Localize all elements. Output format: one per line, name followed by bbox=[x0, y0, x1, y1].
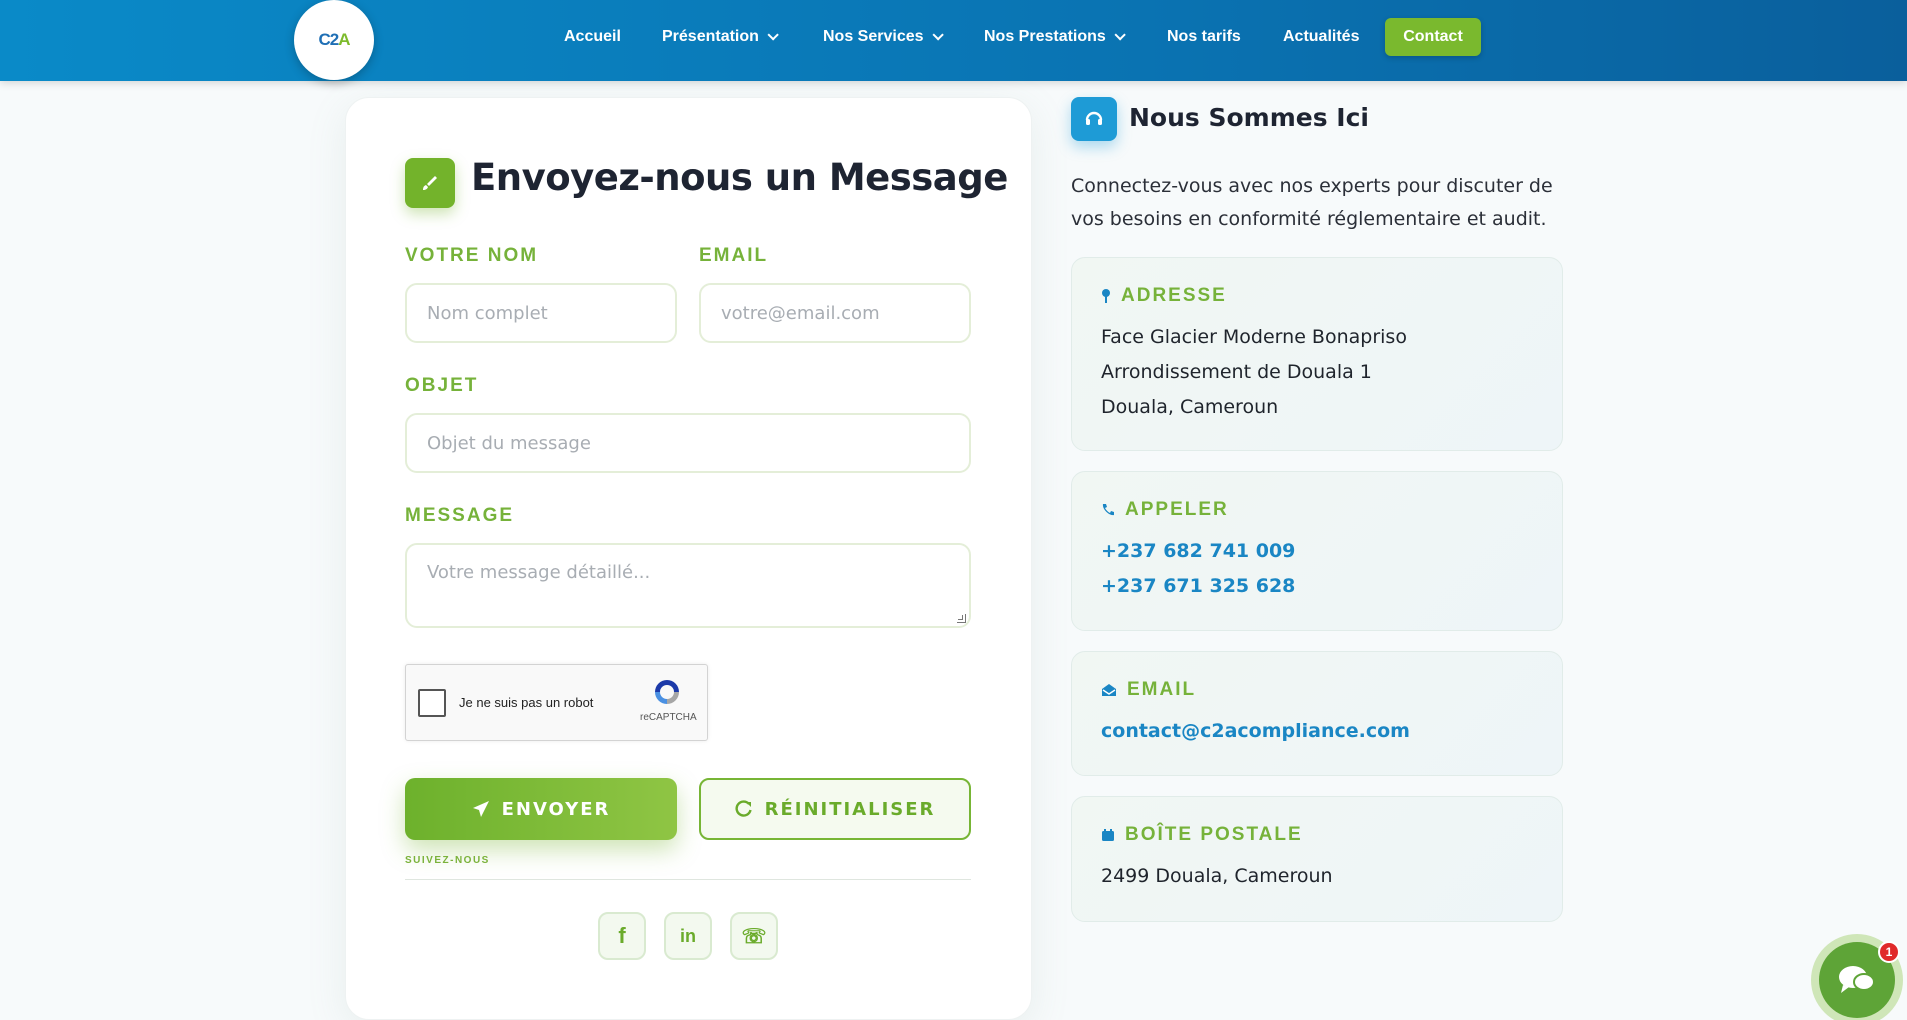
brush-icon bbox=[405, 158, 455, 208]
email-link[interactable]: contact@c2acompliance.com bbox=[1101, 720, 1410, 742]
nav-contact-button[interactable]: Contact bbox=[1385, 18, 1481, 56]
chevron-down-icon bbox=[1114, 29, 1126, 41]
location-title: Nous Sommes Ici bbox=[1129, 103, 1369, 132]
address-card: ADRESSE Face Glacier Moderne Bonapriso A… bbox=[1071, 257, 1563, 451]
address-line-2: Arrondissement de Douala 1 bbox=[1101, 361, 1372, 383]
name-input[interactable]: Nom complet bbox=[405, 283, 677, 343]
send-label: ENVOYER bbox=[501, 798, 611, 820]
reset-label: RÉINITIALISER bbox=[764, 798, 936, 820]
send-button[interactable]: ENVOYER bbox=[405, 778, 677, 840]
email-label: EMAIL bbox=[699, 245, 769, 266]
email-heading: EMAIL bbox=[1101, 679, 1196, 701]
nav-nos-prestations[interactable]: Nos Prestations bbox=[984, 28, 1126, 46]
email-placeholder: votre@email.com bbox=[721, 302, 880, 324]
message-label: MESSAGE bbox=[405, 505, 515, 526]
nav-nos-tarifs[interactable]: Nos tarifs bbox=[1167, 28, 1241, 46]
nav-nos-services[interactable]: Nos Services bbox=[823, 28, 944, 46]
follow-us-label: SUIVEZ-NOUS bbox=[405, 855, 490, 866]
address-line-3: Douala, Cameroun bbox=[1101, 396, 1279, 418]
phone-link-1[interactable]: +237 682 741 009 bbox=[1101, 540, 1295, 562]
email-input[interactable]: votre@email.com bbox=[699, 283, 971, 343]
phone-link-2[interactable]: +237 671 325 628 bbox=[1101, 575, 1295, 597]
message-placeholder: Votre message détaillé... bbox=[427, 562, 651, 583]
address-heading: ADRESSE bbox=[1101, 285, 1227, 307]
phone-icon bbox=[1102, 504, 1114, 516]
chat-notification-badge: 1 bbox=[1878, 941, 1900, 963]
phone-heading: APPELER bbox=[1101, 499, 1229, 521]
linkedin-icon: in bbox=[680, 925, 696, 946]
message-textarea[interactable]: Votre message détaillé... bbox=[405, 543, 971, 628]
linkedin-button[interactable]: in bbox=[664, 912, 712, 960]
nav-accueil[interactable]: Accueil bbox=[564, 28, 621, 46]
postal-heading: BOÎTE POSTALE bbox=[1101, 824, 1303, 846]
top-navigation-bar: C2A Accueil Présentation Nos Services No… bbox=[0, 0, 1907, 81]
name-label: VOTRE NOM bbox=[405, 245, 539, 266]
divider bbox=[405, 879, 971, 880]
address-line-1: Face Glacier Moderne Bonapriso bbox=[1101, 326, 1407, 348]
nav-presentation[interactable]: Présentation bbox=[662, 28, 779, 46]
paper-plane-icon bbox=[472, 801, 489, 817]
calendar-icon bbox=[1102, 829, 1114, 841]
resize-handle-icon[interactable] bbox=[957, 614, 966, 623]
whatsapp-icon: ☏ bbox=[741, 925, 767, 948]
facebook-button[interactable]: f bbox=[598, 912, 646, 960]
name-placeholder: Nom complet bbox=[427, 302, 548, 324]
reset-button[interactable]: RÉINITIALISER bbox=[699, 778, 971, 840]
main-nav: Accueil Présentation Nos Services Nos Pr… bbox=[0, 0, 1907, 78]
contact-form-card: Envoyez-nous un Message VOTRE NOM Nom co… bbox=[345, 97, 1032, 1020]
map-pin-icon bbox=[1102, 289, 1110, 303]
refresh-icon bbox=[735, 800, 752, 817]
nav-actualites[interactable]: Actualités bbox=[1283, 28, 1359, 46]
form-title: Envoyez-nous un Message bbox=[471, 156, 1008, 199]
chat-widget-button[interactable]: 1 bbox=[1811, 934, 1903, 1020]
headset-icon bbox=[1071, 97, 1117, 141]
subject-label: OBJET bbox=[405, 375, 479, 396]
recaptcha-label: Je ne suis pas un robot bbox=[459, 695, 594, 710]
envelope-open-icon bbox=[1102, 684, 1116, 696]
phone-card: APPELER +237 682 741 009 +237 671 325 62… bbox=[1071, 471, 1563, 631]
postal-value: 2499 Douala, Cameroun bbox=[1101, 865, 1333, 887]
postal-card: BOÎTE POSTALE 2499 Douala, Cameroun bbox=[1071, 796, 1563, 922]
chevron-down-icon bbox=[931, 29, 944, 41]
location-description: Connectez-vous avec nos experts pour dis… bbox=[1071, 175, 1553, 230]
recaptcha-logo-icon bbox=[655, 680, 679, 704]
email-card: EMAIL contact@c2acompliance.com bbox=[1071, 651, 1563, 776]
recaptcha-checkbox[interactable] bbox=[418, 689, 446, 717]
subject-placeholder: Objet du message bbox=[427, 432, 591, 454]
recaptcha-widget: Je ne suis pas un robot reCAPTCHA bbox=[405, 664, 708, 741]
recaptcha-brand: reCAPTCHA bbox=[640, 712, 697, 723]
whatsapp-button[interactable]: ☏ bbox=[730, 912, 778, 960]
facebook-icon: f bbox=[618, 923, 626, 948]
chevron-down-icon bbox=[767, 29, 779, 41]
subject-input[interactable]: Objet du message bbox=[405, 413, 971, 473]
